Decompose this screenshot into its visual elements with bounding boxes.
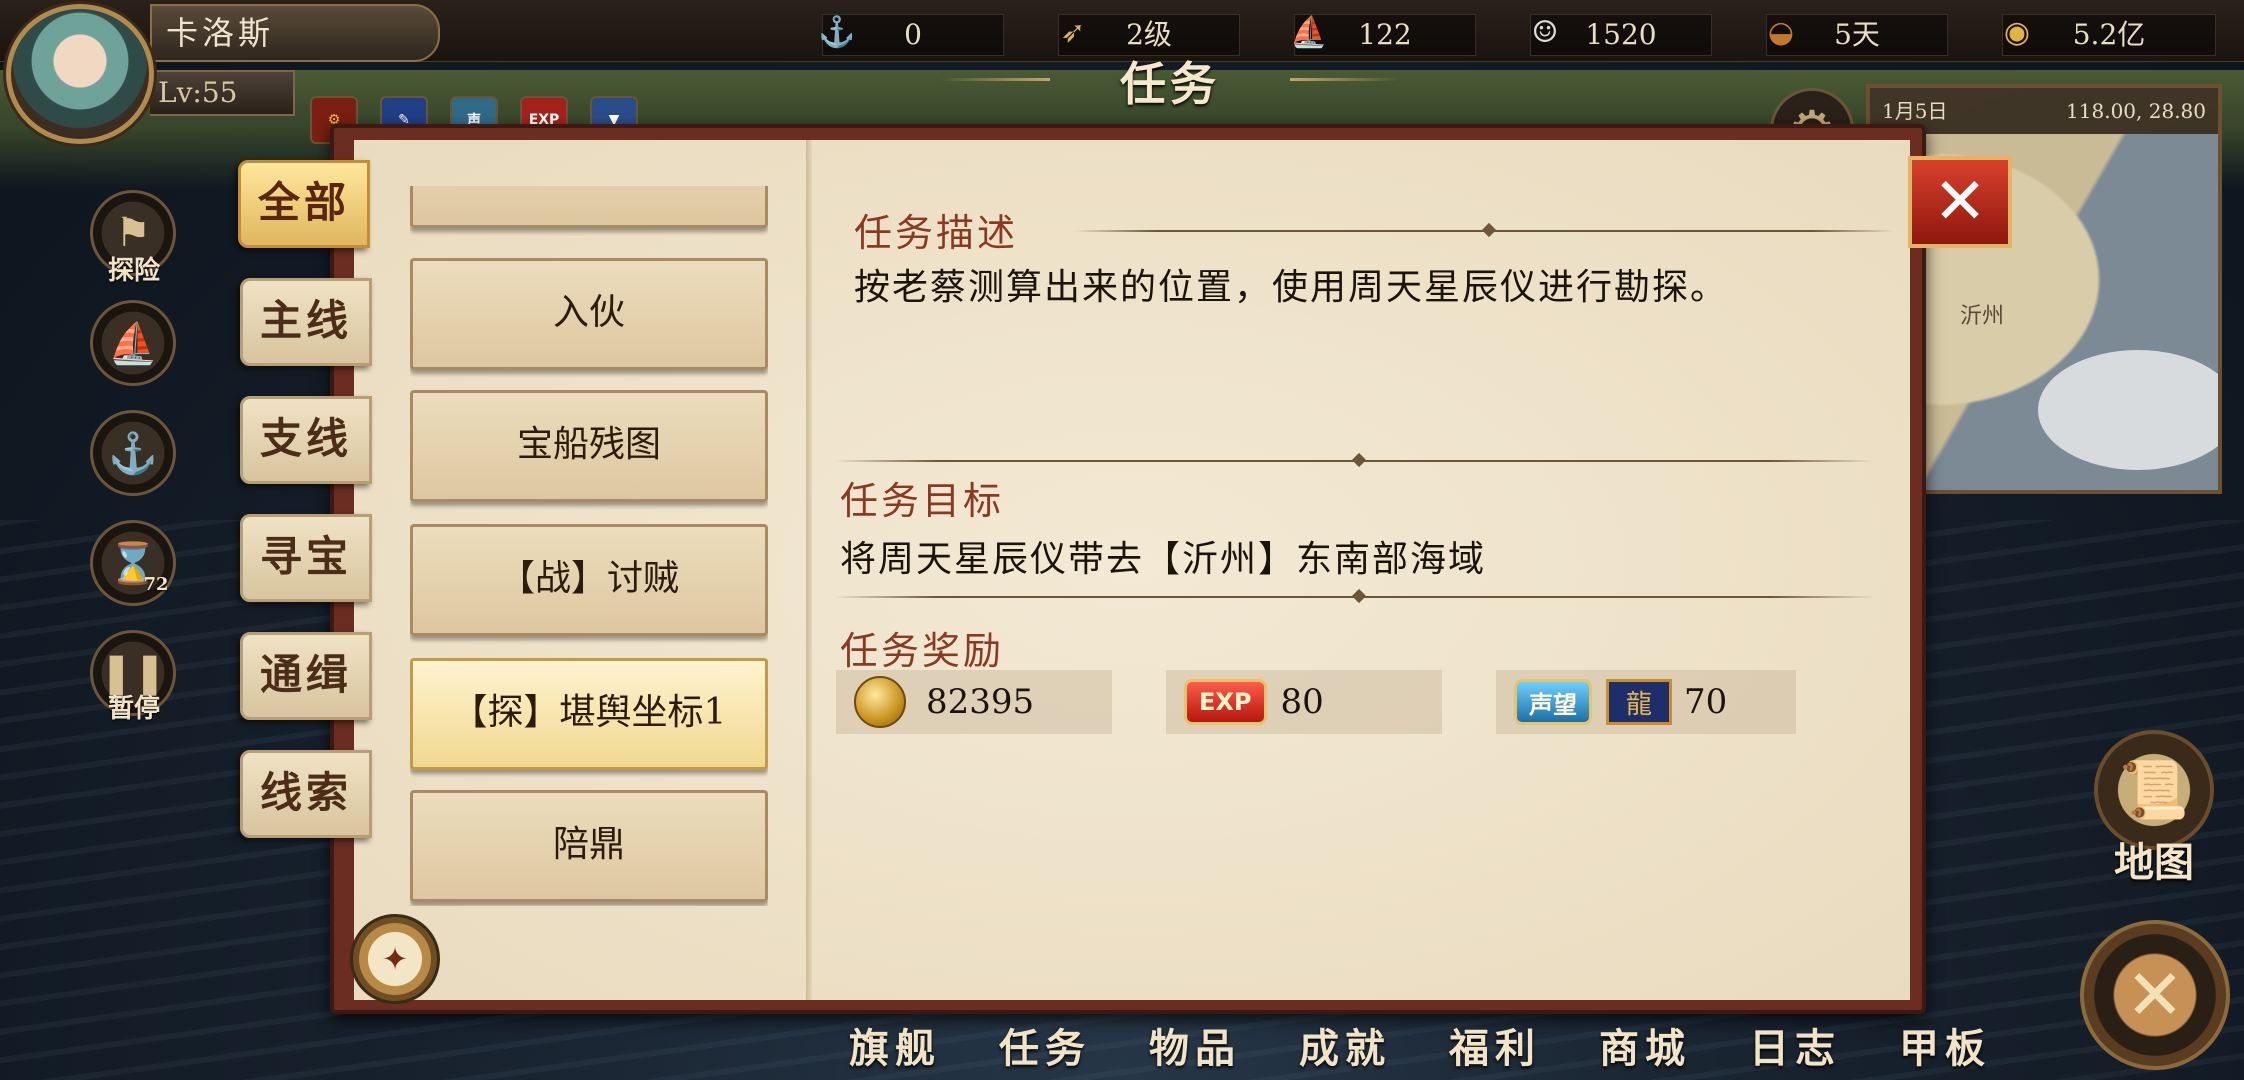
quest-item[interactable]: 入伙 <box>410 258 768 370</box>
player-avatar[interactable] <box>6 4 154 144</box>
nav-achievements[interactable]: 成就 <box>1270 1016 1420 1078</box>
nav-items[interactable]: 物品 <box>1120 1016 1270 1078</box>
description-title: 任务描述 <box>854 211 1019 255</box>
panel-divider <box>806 140 812 1000</box>
tab-side[interactable]: 支线 <box>240 396 372 484</box>
gold-coin-icon: ◉ <box>2003 15 2031 50</box>
quest-item[interactable]: 寻找皇帝 <box>410 186 768 228</box>
quest-list[interactable]: 寻找皇帝 入伙 宝船残图 【战】讨贼 【探】堪舆坐标1 陪鼎 <box>410 186 768 906</box>
tab-clues[interactable]: 线索 <box>240 750 372 838</box>
resource-value: 5.2亿 <box>2072 18 2146 51</box>
gold-coin-icon <box>854 676 906 728</box>
city-label: 沂州 <box>1960 304 2005 329</box>
pause-label: 暂停 <box>107 694 160 724</box>
reward-exp: EXP 80 <box>1166 670 1442 734</box>
resource-food[interactable]: ◒ 5天 <box>1766 14 1948 56</box>
anchor-icon[interactable]: ⚓ <box>90 410 176 496</box>
exp-badge-icon: EXP <box>1184 679 1267 725</box>
goal-title: 任务目标 <box>840 479 1005 523</box>
section-divider <box>834 460 1874 462</box>
bread-icon: ◒ <box>1767 15 1795 50</box>
tab-treasure[interactable]: 寻宝 <box>240 514 372 602</box>
resource-value: 122 <box>1358 18 1412 51</box>
resource-value: 0 <box>904 18 922 51</box>
sailor-icon: ⚓ <box>818 15 856 50</box>
close-icon: ✕ <box>1933 165 1987 239</box>
quest-item[interactable]: 宝船残图 <box>410 390 768 502</box>
reward-reputation-value: 70 <box>1684 682 1728 722</box>
reward-gold-value: 82395 <box>926 682 1035 722</box>
resource-value: 2级 <box>1126 18 1172 51</box>
ship-coordinates: 118.00, 28.80 <box>2066 99 2206 123</box>
resource-value: 1520 <box>1585 18 1657 51</box>
reward-exp-value: 80 <box>1280 682 1324 722</box>
section-divider <box>834 596 1874 598</box>
resource-ships[interactable]: ⛵ 122 <box>1290 14 1476 56</box>
close-button[interactable]: ✕ <box>1908 156 2012 248</box>
player-level: Lv:55 <box>150 70 295 116</box>
nav-flagship[interactable]: 旗舰 <box>820 1016 970 1078</box>
tab-all[interactable]: 全部 <box>238 160 370 248</box>
quest-item-selected[interactable]: 【探】堪舆坐标1 <box>410 658 768 770</box>
resource-crew[interactable]: ☺ 1520 <box>1530 14 1712 56</box>
resource-sailors[interactable]: ⚓ 0 <box>818 14 1004 56</box>
page-header: 任务 <box>940 48 1320 111</box>
nav-log[interactable]: 日志 <box>1720 1016 1870 1078</box>
nav-deck[interactable]: 甲板 <box>1870 1016 2020 1078</box>
crew-icon: ☺ <box>1531 15 1559 50</box>
reward-title: 任务奖励 <box>840 629 1005 673</box>
nav-quests[interactable]: 任务 <box>970 1016 1120 1078</box>
crossed-swords-icon: ✕ <box>2125 954 2185 1036</box>
fleet-ship-icon[interactable]: ⛵ <box>90 300 176 386</box>
nav-shop[interactable]: 商城 <box>1570 1016 1720 1078</box>
fog-cloud <box>2038 350 2218 470</box>
resource-gold[interactable]: ◉ 5.2亿 <box>2002 14 2216 56</box>
tab-wanted[interactable]: 通缉 <box>240 632 372 720</box>
tab-main[interactable]: 主线 <box>240 278 372 366</box>
title-rule <box>1074 230 1894 232</box>
map-label: 地图 <box>2114 839 2194 886</box>
nav-welfare[interactable]: 福利 <box>1420 1016 1570 1078</box>
quest-item[interactable]: 陪鼎 <box>410 790 768 902</box>
quest-item[interactable]: 【战】讨贼 <box>410 524 768 636</box>
dragon-faction-icon: 龍 <box>1606 679 1672 725</box>
goal-text: 将周天星辰仪带去【沂州】东南部海域 <box>840 539 1487 580</box>
resource-value: 5天 <box>1834 18 1880 51</box>
page-title: 任务 <box>1120 57 1220 111</box>
reputation-badge-icon: 声望 <box>1514 679 1592 725</box>
hourglass-count: 72 <box>143 574 169 595</box>
reward-reputation: 声望 龍 70 <box>1496 670 1796 734</box>
reward-gold: 82395 <box>836 670 1112 734</box>
compass-icon[interactable]: ✦ <box>350 914 440 1004</box>
battle-swords-button[interactable]: ✕ <box>2080 920 2230 1070</box>
explore-label: 探险 <box>107 256 160 286</box>
player-name: 卡洛斯 <box>150 4 440 62</box>
bottom-nav: 旗舰 任务 物品 成就 福利 商城 日志 甲板 <box>820 1016 2020 1078</box>
description-text: 按老蔡测算出来的位置，使用周天星辰仪进行勘探。 <box>854 267 1729 308</box>
